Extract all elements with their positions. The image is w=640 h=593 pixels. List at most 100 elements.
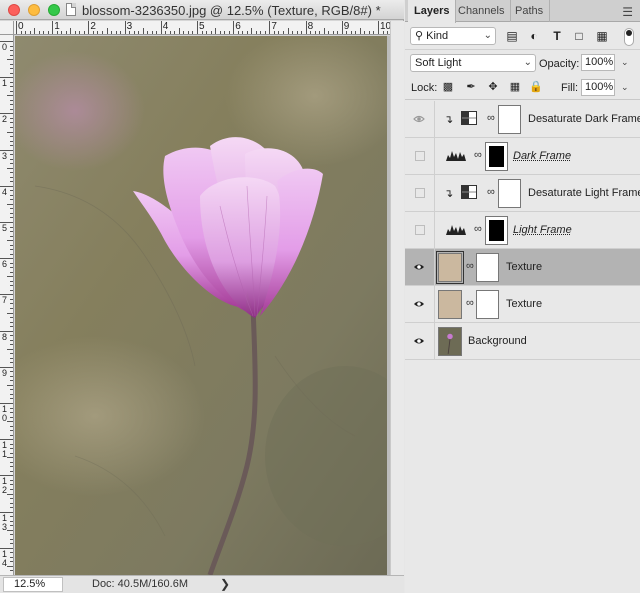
adjustment-filter-icon[interactable]: ◐ [527, 29, 541, 43]
ruler-tick [0, 439, 13, 441]
divider [434, 175, 435, 212]
lock-position-icon[interactable]: ✥ [487, 81, 499, 93]
tab-paths[interactable]: Paths [509, 0, 551, 22]
ruler-tick [233, 21, 235, 34]
eye-icon[interactable] [413, 298, 425, 310]
levels-adjustment-icon[interactable] [445, 148, 467, 162]
layer-name[interactable]: Desaturate Dark Frame [528, 113, 640, 125]
ruler-label: 0 [1, 42, 7, 52]
ruler-tick [260, 31, 262, 34]
layer-row-light-frame[interactable]: ∞ Light Frame [405, 212, 640, 249]
visibility-toggle-off[interactable] [415, 188, 425, 198]
layer-mask-thumbnail[interactable] [485, 216, 508, 245]
ruler-tick [10, 244, 13, 246]
link-icon[interactable]: ∞ [466, 297, 474, 311]
layer-mask-thumbnail[interactable] [476, 290, 499, 319]
ruler-tick [10, 289, 13, 291]
link-icon[interactable]: ∞ [466, 260, 474, 274]
tab-channels[interactable]: Channels [452, 0, 512, 22]
ruler-tick [368, 31, 370, 34]
link-icon[interactable]: ∞ [474, 149, 482, 163]
ruler-tick [0, 330, 13, 332]
fill-slider-arrow-icon[interactable]: ⌄ [621, 82, 629, 93]
vertical-ruler[interactable]: 01234567891 01 11 21 31 4 [0, 35, 14, 575]
layer-name[interactable]: Desaturate Light Frame [528, 187, 640, 199]
ruler-tick [10, 430, 13, 432]
layer-mask-thumbnail[interactable] [498, 179, 521, 208]
eye-icon[interactable] [413, 335, 425, 347]
ruler-tick [10, 235, 13, 237]
ruler-tick [355, 31, 357, 34]
lock-all-icon[interactable]: 🔒 [529, 81, 543, 93]
ruler-tick [10, 570, 13, 572]
eye-icon[interactable] [413, 261, 425, 273]
layer-row-background[interactable]: Background [405, 323, 640, 360]
layer-mask-thumbnail[interactable] [476, 253, 499, 282]
layer-row-dark-frame[interactable]: ∞ Dark Frame [405, 138, 640, 175]
ruler-origin[interactable] [0, 21, 14, 35]
layer-mask-thumbnail[interactable] [485, 142, 508, 171]
layer-name[interactable]: Texture [506, 298, 542, 310]
lock-image-pixels-icon[interactable]: ✒ [465, 81, 477, 93]
minimize-window-button[interactable] [28, 4, 40, 16]
filter-toggle-switch[interactable] [624, 28, 634, 46]
layer-row-desaturate-dark-frame[interactable]: ↴ ∞ Desaturate Dark Frame [405, 101, 640, 138]
type-filter-icon[interactable]: T [550, 29, 564, 43]
prevent-autonest-icon[interactable]: ▦ [509, 81, 521, 93]
ruler-tick [10, 54, 13, 56]
ruler-tick [10, 86, 13, 88]
ruler-tick [10, 344, 13, 346]
zoom-window-button[interactable] [48, 4, 60, 16]
status-menu-arrow-icon[interactable]: ❯ [220, 577, 230, 591]
ruler-tick [10, 434, 13, 436]
pixel-filter-icon[interactable]: ▤ [505, 29, 519, 43]
opacity-field[interactable]: 100% [581, 54, 615, 71]
visibility-toggle-off[interactable] [415, 151, 425, 161]
black-white-adjustment-icon[interactable] [461, 111, 477, 125]
ruler-tick [79, 31, 81, 34]
ruler-tick [10, 285, 13, 287]
blend-mode-select[interactable]: Soft Light ⌄ [410, 54, 536, 72]
canvas[interactable] [15, 36, 390, 575]
lock-transparent-pixels-icon[interactable]: ▩ [442, 81, 454, 93]
layer-name[interactable]: Dark Frame [513, 150, 571, 162]
link-icon[interactable]: ∞ [487, 186, 495, 200]
opacity-label: Opacity: [539, 58, 580, 70]
layer-name[interactable]: Light Frame [513, 224, 572, 236]
blend-mode-value: Soft Light [415, 57, 462, 69]
shape-filter-icon[interactable]: □ [572, 29, 586, 43]
title-bar[interactable]: blossom-3236350.jpg @ 12.5% (Texture, RG… [0, 0, 404, 20]
texture-layer-thumbnail[interactable] [438, 290, 462, 319]
filter-kind-select[interactable]: ⚲ Kind ⌄ [410, 27, 496, 45]
fill-field[interactable]: 100% [581, 79, 615, 96]
link-icon[interactable]: ∞ [474, 223, 482, 237]
layer-name[interactable]: Texture [506, 261, 542, 273]
horizontal-ruler[interactable]: 012345678910 [14, 21, 390, 35]
vertical-scrollbar[interactable] [390, 21, 404, 575]
levels-adjustment-icon[interactable] [445, 222, 467, 236]
layer-name[interactable]: Background [468, 335, 527, 347]
layer-mask-thumbnail[interactable] [498, 105, 521, 134]
smart-object-filter-icon[interactable]: ▦ [595, 29, 609, 43]
eye-icon[interactable] [413, 113, 425, 125]
zoom-level-field[interactable]: 12.5% [3, 577, 63, 592]
close-window-button[interactable] [8, 4, 20, 16]
background-photo-thumbnail[interactable] [438, 327, 462, 356]
ruler-tick [301, 31, 303, 34]
layer-row-desaturate-light-frame[interactable]: ↴ ∞ Desaturate Light Frame [405, 175, 640, 212]
visibility-toggle-off[interactable] [415, 225, 425, 235]
black-white-adjustment-icon[interactable] [461, 185, 477, 199]
layer-row-texture-selected[interactable]: ∞ Texture [405, 249, 640, 286]
ruler-tick [156, 31, 158, 34]
ruler-tick [337, 31, 339, 34]
panel-menu-icon[interactable]: ☰ [622, 5, 633, 19]
ruler-tick [10, 108, 13, 110]
layer-row-texture[interactable]: ∞ Texture [405, 286, 640, 323]
ruler-tick [120, 31, 122, 34]
ruler-tick [273, 31, 275, 34]
texture-layer-thumbnail[interactable] [436, 251, 464, 284]
tab-layers[interactable]: Layers [408, 0, 457, 23]
opacity-slider-arrow-icon[interactable]: ⌄ [621, 57, 629, 68]
ruler-tick [7, 421, 13, 423]
link-icon[interactable]: ∞ [487, 112, 495, 126]
